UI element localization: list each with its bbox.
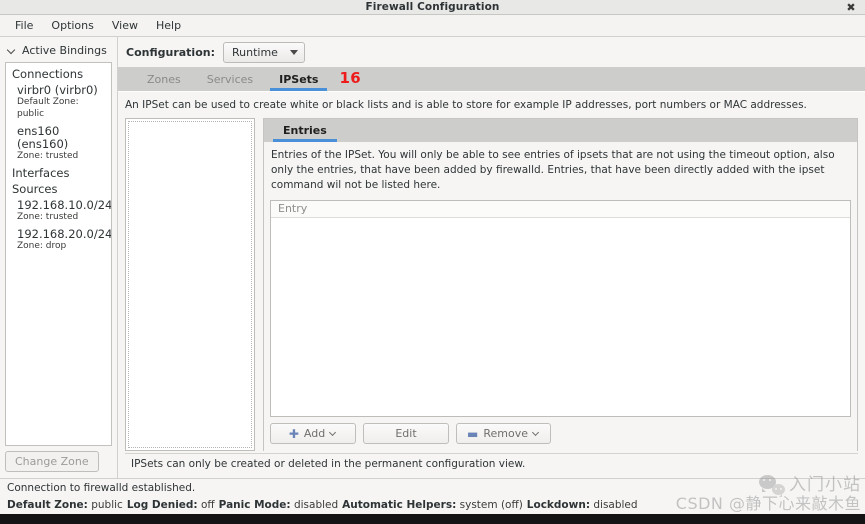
status-bar-summary: Default Zone: public Log Denied: off Pan… [0,496,865,514]
entries-actions: ✚ Add Edit ▬ Remove [264,417,857,451]
menu-item-view[interactable]: View [103,17,147,34]
annotation-number: 16 [339,69,361,87]
change-zone-row: Change Zone [5,446,112,472]
bottom-strip [0,514,865,524]
ipset-list[interactable] [125,118,255,451]
remove-entry-label: Remove [483,427,528,440]
firewall-configuration-window: Firewall Configuration ✖ File Options Vi… [0,0,865,524]
entries-pane: Entries Entries of the IPSet. You will o… [263,118,858,451]
ipsets-description: An IPSet can be used to create white or … [125,99,807,111]
title-bar: Firewall Configuration ✖ [0,0,865,15]
configuration-label: Configuration: [126,45,215,59]
status-log-denied: Log Denied: off [126,499,215,511]
minus-icon: ▬ [467,426,479,441]
active-bindings-label: Active Bindings [22,44,107,57]
close-icon[interactable]: ✖ [844,0,858,14]
status-bar-connection: Connection to firewalld established. [0,478,865,496]
group-label-interfaces: Interfaces [12,165,70,180]
plus-icon: ✚ [288,426,299,441]
configuration-select[interactable]: Runtime [222,41,305,63]
list-item[interactable]: 192.168.10.0/24 Zone: trusted [6,197,111,226]
group-label-connections: Connections [12,67,84,81]
list-item[interactable]: 192.168.20.0/24 Zone: drop [6,226,111,255]
binding-name: 192.168.10.0/24 [17,197,112,212]
tab-zones[interactable]: Zones [134,70,194,91]
main-area: Configuration: Runtime Zones Services IP… [118,37,865,478]
connection-status-text: Connection to firewalld established. [7,481,196,494]
entries-table-body[interactable] [271,217,850,416]
ipsets-panel: An IPSet can be used to create white or … [118,91,865,478]
status-default-zone: Default Zone: public [7,499,123,511]
edit-entry-button[interactable]: Edit [363,423,449,444]
binding-name: virbr0 (virbr0) [17,83,98,97]
menu-item-file[interactable]: File [6,17,42,34]
status-lockdown: Lockdown: disabled [526,499,638,511]
ipsets-note: IPSets can only be created or deleted in… [125,453,858,473]
entries-description: Entries of the IPSet. You will only be a… [271,149,835,192]
list-item[interactable]: virbr0 (virbr0) Default Zone: public [6,82,111,123]
main-tab-bar: Zones Services IPSets 16 [118,67,865,91]
binding-zone: Default Zone: public [17,97,79,119]
menu-bar: File Options View Help [0,15,865,37]
binding-zone: Zone: drop [17,240,67,251]
tab-ipsets[interactable]: IPSets [266,70,331,91]
caret-down-icon [289,49,298,55]
add-entry-label: Add [303,427,326,440]
chevron-down-icon [330,430,337,437]
active-bindings-list[interactable]: Connections virbr0 (virbr0) Default Zone… [5,62,112,446]
binding-zone: Zone: trusted [17,151,79,162]
tab-services[interactable]: Services [194,70,266,91]
status-automatic-helpers: Automatic Helpers: system (off) [342,499,523,511]
group-label-sources: Sources [12,181,58,196]
binding-zone: Zone: trusted [17,211,79,222]
add-entry-button[interactable]: ✚ Add [270,423,356,444]
active-bindings-expander[interactable]: Active Bindings [5,41,112,62]
change-zone-button[interactable]: Change Zone [5,451,99,472]
entries-table[interactable]: Entry [270,199,851,417]
binding-name: 192.168.20.0/24 [17,226,112,241]
chevron-down-icon [533,430,540,437]
ipsets-note-row: IPSets can only be created or deleted in… [118,451,865,475]
sidebar: Active Bindings Connections virbr0 (virb… [0,37,118,478]
menu-item-options[interactable]: Options [42,17,102,34]
tab-entries[interactable]: Entries [270,121,340,142]
chevron-down-icon [8,46,17,55]
remove-entry-button[interactable]: ▬ Remove [456,423,551,444]
window-body: Active Bindings Connections virbr0 (virb… [0,37,865,478]
entries-column-header: Entry [271,200,850,218]
configuration-row: Configuration: Runtime [118,37,865,67]
window-title: Firewall Configuration [365,1,500,13]
entries-tab-bar: Entries [264,119,857,142]
ipsets-split: Entries Entries of the IPSet. You will o… [118,118,865,451]
list-item[interactable]: ens160 (ens160) Zone: trusted [6,123,111,165]
binding-name: ens160 (ens160) [17,123,69,151]
configuration-select-value: Runtime [231,45,278,59]
status-panic-mode: Panic Mode: disabled [218,499,339,511]
menu-item-help[interactable]: Help [147,17,190,34]
